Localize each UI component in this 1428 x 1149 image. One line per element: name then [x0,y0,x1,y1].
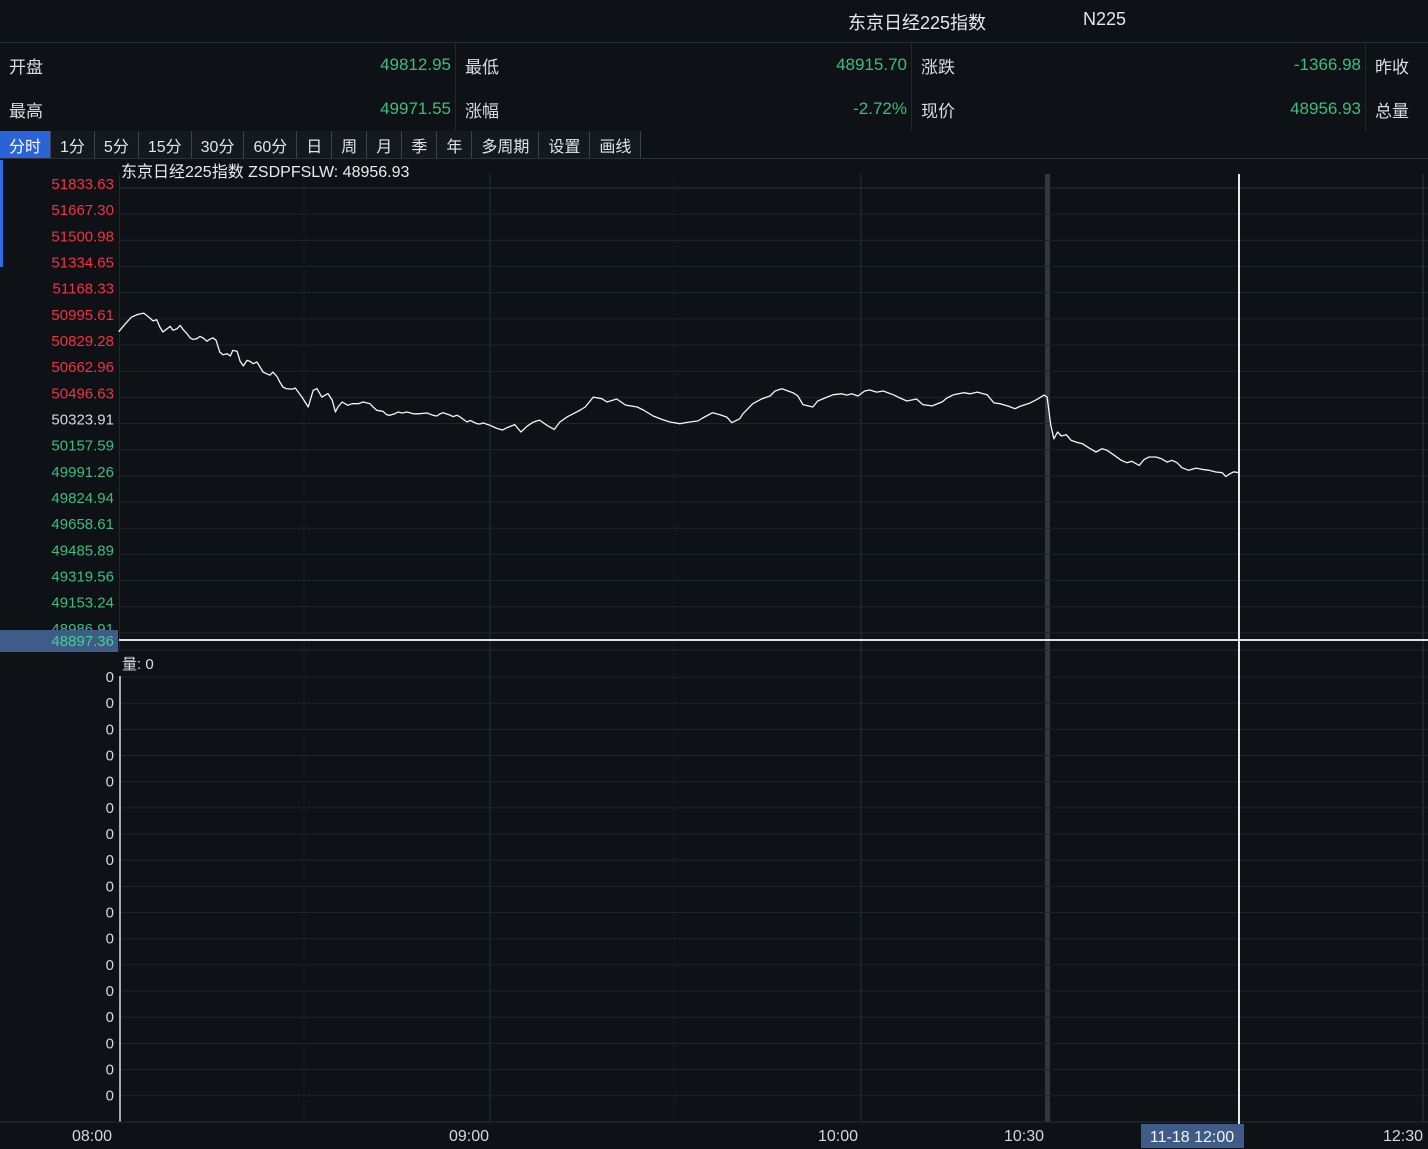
tab-日[interactable]: 日 [297,131,332,158]
quote-cell-总量: 总量 [1366,87,1428,131]
x-axis-label: 10:30 [1004,1128,1044,1145]
quote-cell-涨幅: 涨幅 -2.72% [456,87,912,131]
y-axis-label: 49319.56 [51,569,114,586]
y-axis-label: 50496.63 [51,385,114,402]
tab-5分[interactable]: 5分 [95,131,139,158]
tab-年[interactable]: 年 [437,131,472,158]
y-axis-label: 50995.61 [51,307,114,324]
volume-axis-zero: 0 [106,931,114,948]
quote-value: -2.72% [853,99,911,119]
x-axis-label: 09:00 [449,1128,489,1145]
volume-axis-zero: 0 [106,669,114,686]
quote-label: 涨幅 [456,97,499,122]
volume-axis-zero: 0 [106,1062,114,1079]
y-axis-label: 51833.63 [51,176,114,193]
volume-axis-zero: 0 [106,721,114,738]
y-axis-label: 50662.96 [51,359,114,376]
y-axis-label: 51667.30 [51,202,114,219]
quote-cell-最低: 最低 48915.70 [456,43,912,87]
quote-cell-现价: 现价 48956.93 [912,87,1366,131]
quote-label: 涨跌 [912,53,955,78]
instrument-title: 东京日经225指数 [848,9,986,35]
y-axis-label: 49991.26 [51,464,114,481]
quote-cell-最高: 最高 49971.55 [0,87,456,131]
volume-axis-zero: 0 [106,1009,114,1026]
quote-label: 最高 [0,97,43,122]
period-tab-bar: 分时1分5分15分30分60分日周月季年多周期设置画线 [0,131,1428,159]
x-axis-label: 12:30 [1383,1128,1423,1145]
quote-label: 昨收 [1366,53,1409,78]
y-axis-label: 49824.94 [51,490,114,507]
instrument-symbol: N225 [1083,9,1126,30]
quote-panel: 开盘 49812.95最低 48915.70涨跌 -1366.98昨收 最高 49971… [0,43,1428,132]
quote-cell-开盘: 开盘 49812.95 [0,43,456,87]
quote-cell-涨跌: 涨跌 -1366.98 [912,43,1366,87]
y-axis-label: 51500.98 [51,228,114,245]
tab-季[interactable]: 季 [402,131,437,158]
quote-value: 48956.93 [1290,99,1365,119]
session-break-band [1045,174,1050,1122]
left-scrollbar-thumb[interactable] [0,160,3,267]
title-bar: 东京日经225指数 N225 [0,0,1428,43]
volume-pane-label: 量: 0 [122,656,154,673]
quote-value: 49812.95 [380,55,455,75]
quote-label: 现价 [912,97,955,122]
tab-画线[interactable]: 画线 [590,131,641,158]
tab-月[interactable]: 月 [367,131,402,158]
tab-分时[interactable]: 分时 [0,131,51,158]
tab-周[interactable]: 周 [332,131,367,158]
volume-axis-zero: 0 [106,983,114,1000]
intraday-chart-svg[interactable]: 51833.63 51667.30 51500.98 51334.65 51168.33… [0,158,1428,1149]
volume-axis-zero: 0 [106,957,114,974]
y-axis-label: 49153.24 [51,595,114,612]
quote-value: 49971.55 [380,99,455,119]
quote-label: 开盘 [0,53,43,78]
volume-axis-zero: 0 [106,826,114,843]
y-axis-label: 50323.91 [51,412,114,429]
volume-axis-zero: 0 [106,1035,114,1052]
volume-axis-zero: 0 [106,800,114,817]
tab-30分[interactable]: 30分 [192,131,245,158]
y-axis-label: 49658.61 [51,516,114,533]
quote-row-1: 开盘 49812.95最低 48915.70涨跌 -1366.98昨收 [0,43,1428,87]
y-axis-label: 49485.89 [51,542,114,559]
chart-area[interactable]: 51833.63 51667.30 51500.98 51334.65 51168.33… [0,158,1428,1149]
volume-axis-zero: 0 [106,695,114,712]
volume-axis-zero: 0 [106,774,114,791]
quote-value: -1366.98 [1294,55,1365,75]
crosshair-time-label: 11-18 12:00 [1150,1129,1234,1146]
y-axis-label: 51334.65 [51,255,114,272]
tab-60分[interactable]: 60分 [244,131,297,158]
volume-axis-zero: 0 [106,748,114,765]
tab-15分[interactable]: 15分 [139,131,192,158]
y-axis-label: 50829.28 [51,333,114,350]
volume-axis-zero: 0 [106,905,114,922]
crosshair-price-label: 48897.36 [51,633,114,650]
tab-1分[interactable]: 1分 [51,131,95,158]
price-line [119,313,1238,477]
tab-设置[interactable]: 设置 [539,131,590,158]
quote-label: 最低 [456,53,499,78]
y-axis-label: 51168.33 [53,281,114,298]
volume-axis-zero: 0 [106,1088,114,1105]
tab-多周期[interactable]: 多周期 [472,131,539,158]
x-axis-label: 08:00 [72,1128,112,1145]
volume-axis-zero: 0 [106,852,114,869]
quote-label: 总量 [1366,97,1409,122]
quote-value: 48915.70 [836,55,911,75]
y-axis-label: 50157.59 [51,438,114,455]
app-window: 东京日经225指数 N225 开盘 49812.95最低 48915.70涨跌 -13… [0,0,1428,1149]
x-axis-label: 10:00 [818,1128,858,1145]
quote-row-2: 最高 49971.55涨幅 -2.72%现价 48956.93总量 [0,87,1428,131]
quote-cell-昨收: 昨收 [1366,43,1428,87]
volume-axis-zero: 0 [106,878,114,895]
chart-pane-title: 东京日经225指数 ZSDPFSLW: 48956.93 [121,163,410,181]
